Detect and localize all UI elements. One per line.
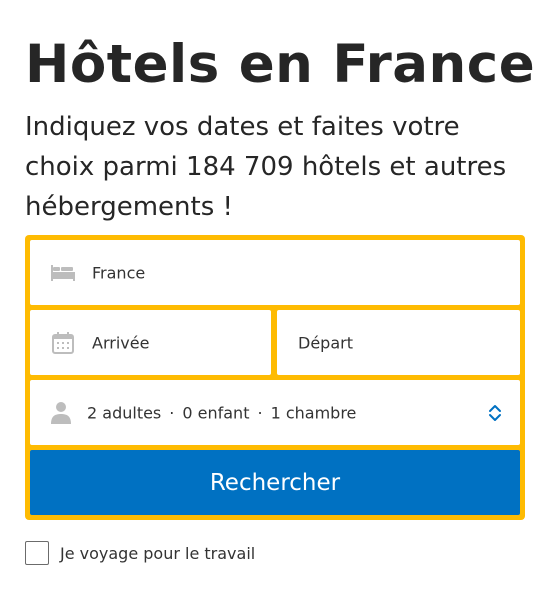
rooms-count: 1 chambre [270, 403, 357, 422]
business-travel-option[interactable]: Je voyage pour le travail [25, 540, 255, 566]
bed-icon [50, 260, 76, 286]
checkin-label: Arrivée [92, 333, 150, 352]
business-travel-label: Je voyage pour le travail [60, 543, 256, 563]
checkout-label: Départ [298, 333, 353, 352]
page-title: Hôtels en France [25, 34, 536, 95]
occupancy-selector[interactable]: 2 adultes · 0 enfant · 1 chambre [30, 380, 520, 445]
destination-field[interactable]: France [30, 240, 520, 305]
children-count: 0 enfant [182, 403, 250, 422]
person-icon [48, 400, 74, 426]
adults-count: 2 adultes [87, 403, 162, 422]
page-subtitle: Indiquez vos dates et faites votre choix… [25, 112, 507, 222]
search-button[interactable]: Rechercher [30, 450, 520, 515]
chevron-up-down-icon [488, 403, 502, 423]
checkout-date-field[interactable]: Départ [277, 310, 520, 375]
search-form: France Arrivée Départ 2 adultes · 0 enfa… [25, 235, 525, 520]
checkin-date-field[interactable]: Arrivée [30, 310, 271, 375]
destination-value: France [92, 263, 146, 282]
business-travel-checkbox[interactable] [25, 541, 49, 565]
separator: · [257, 403, 263, 422]
separator: · [169, 403, 175, 422]
occupancy-summary: 2 adultes · 0 enfant · 1 chambre [87, 403, 356, 422]
calendar-icon [50, 330, 76, 356]
